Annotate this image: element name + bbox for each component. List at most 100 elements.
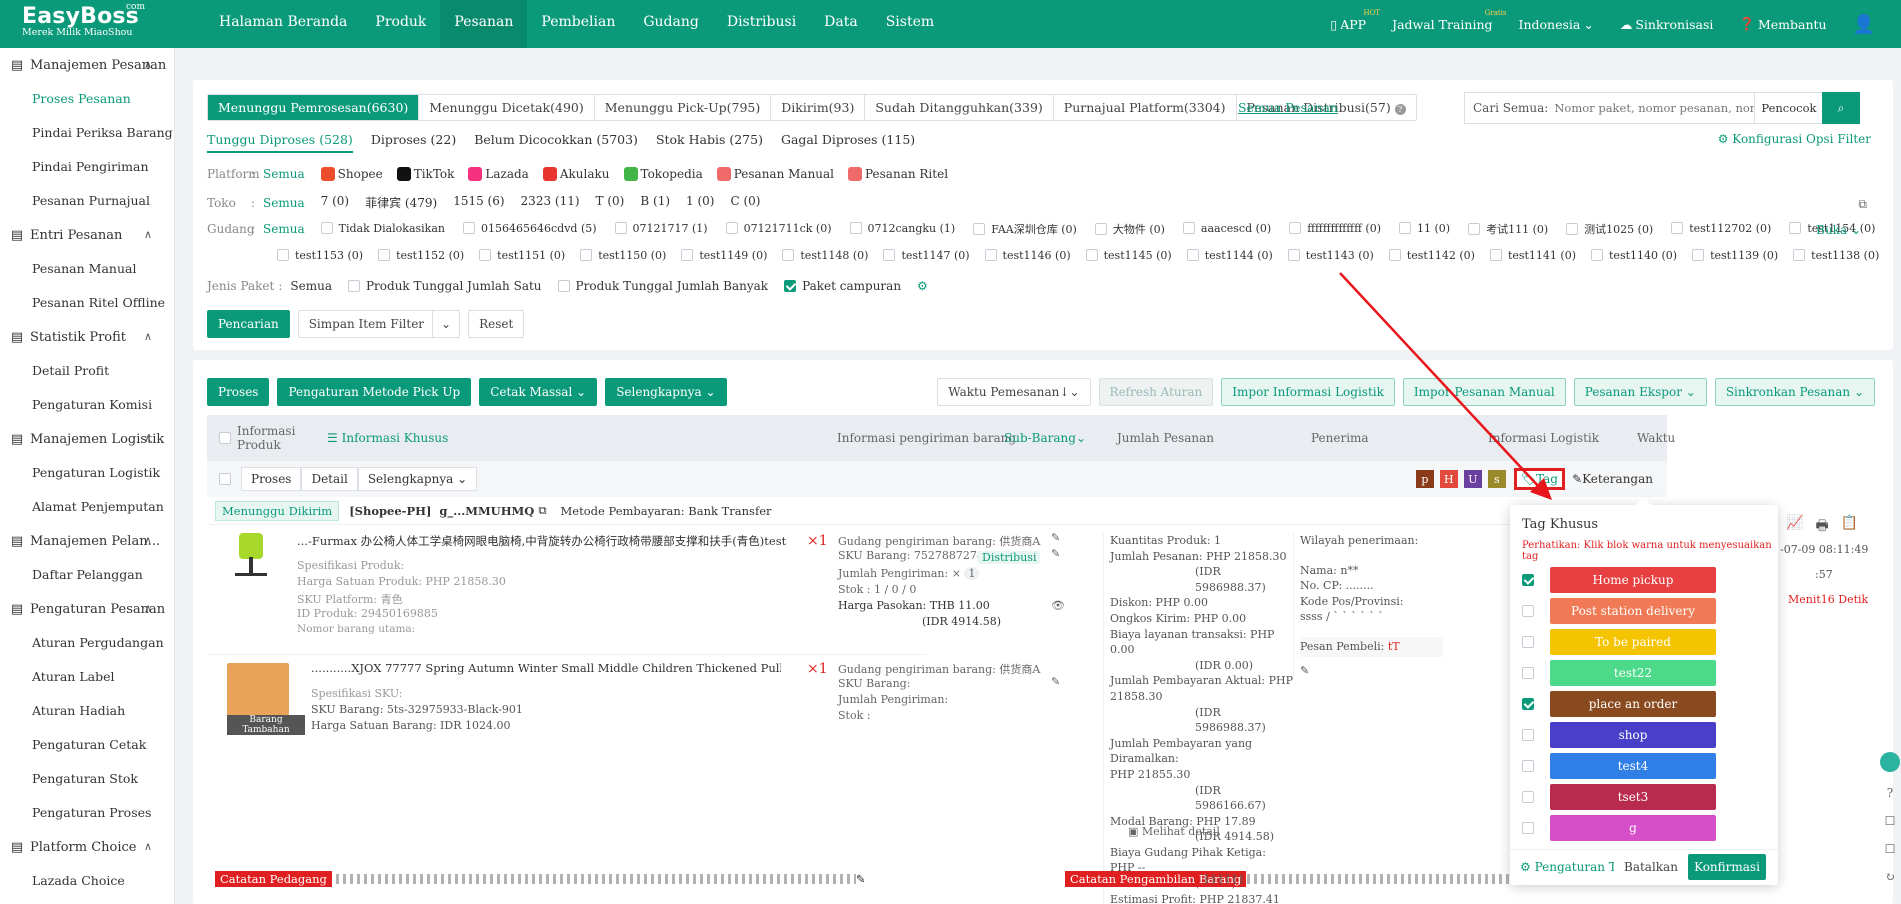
- warehouse-option[interactable]: test1148 (0): [782, 248, 868, 262]
- tag-h-button[interactable]: H: [1439, 470, 1458, 488]
- nav-pembelian[interactable]: Pembelian: [527, 0, 629, 48]
- package-single-one[interactable]: Produk Tunggal Jumlah Satu: [347, 279, 542, 293]
- warehouse-option[interactable]: 0156465646cdvd (5): [463, 221, 597, 237]
- sidebar-item-pergudangan[interactable]: Aturan Pergudangan: [0, 626, 174, 660]
- tag-color-block[interactable]: test22: [1550, 660, 1716, 686]
- checkbox[interactable]: [347, 280, 360, 292]
- checkbox[interactable]: [1522, 729, 1534, 741]
- expand-link[interactable]: Buka ⌄: [1816, 223, 1861, 237]
- warehouse-option[interactable]: 11 (0): [1399, 221, 1450, 237]
- nav-data[interactable]: Data: [810, 0, 872, 48]
- platform-option[interactable]: Pesanan Ritel: [848, 167, 948, 181]
- nav-beranda[interactable]: Halaman Beranda: [205, 0, 361, 48]
- checkbox-checked[interactable]: [1522, 574, 1534, 586]
- sidebar-item-proses[interactable]: Pengaturan Proses: [0, 796, 174, 830]
- warehouse-option[interactable]: test1138 (0): [1793, 248, 1879, 262]
- checkbox[interactable]: [1789, 222, 1802, 234]
- tag-color-block[interactable]: place an order: [1550, 691, 1716, 717]
- filter-config-link[interactable]: ⚙ Konfigurasi Opsi Filter: [1718, 132, 1871, 146]
- checkbox[interactable]: [1522, 822, 1534, 834]
- tag-option[interactable]: To be paired: [1522, 629, 1716, 655]
- tag-button[interactable]: 🏷Tag: [1513, 468, 1565, 490]
- warehouse-option[interactable]: FAA深圳仓库 (0): [973, 221, 1077, 237]
- sidebar-item-detail-profit[interactable]: Detail Profit: [0, 354, 174, 388]
- sidebar-item-pesanan-manual[interactable]: Pesanan Manual: [0, 252, 174, 286]
- tag-p-button[interactable]: p: [1415, 470, 1434, 488]
- sidebar-item-pindai-pengiriman[interactable]: Pindai Pengiriman: [0, 150, 174, 184]
- tag-option[interactable]: test22: [1522, 660, 1716, 686]
- tab-purnajual[interactable]: Purnajual Platform(3304): [1054, 95, 1237, 120]
- eye-icon[interactable]: 👁: [1051, 599, 1065, 612]
- row-process-button[interactable]: Proses: [241, 467, 302, 491]
- edit-icon[interactable]: ✎: [1051, 531, 1060, 544]
- checkbox[interactable]: [1094, 223, 1107, 235]
- warehouse-option[interactable]: test1143 (0): [1287, 248, 1374, 262]
- warehouse-option[interactable]: 07121711ck (0): [725, 221, 832, 237]
- warehouse-option[interactable]: 考试111 (0): [1468, 221, 1548, 237]
- tag-color-block[interactable]: g: [1550, 815, 1716, 841]
- store-option[interactable]: 2323 (11): [521, 194, 580, 211]
- warehouse-option[interactable]: test1153 (0): [277, 248, 363, 262]
- checkbox[interactable]: [1522, 605, 1534, 617]
- app-link[interactable]: ▯ APP HOT: [1330, 9, 1380, 32]
- sidebar-item-hadiah[interactable]: Aturan Hadiah: [0, 694, 174, 728]
- nav-distribusi[interactable]: Distribusi: [713, 0, 810, 48]
- gear-icon[interactable]: ⚙: [917, 279, 928, 293]
- checkbox[interactable]: [681, 249, 694, 261]
- sidebar-section-logistik[interactable]: ▤ Manajemen Logistik ∧: [0, 422, 174, 456]
- checkbox[interactable]: [1182, 222, 1195, 234]
- message-icon[interactable]: ☐: [1885, 842, 1896, 856]
- assistant-avatar-icon[interactable]: [1880, 752, 1900, 772]
- checkbox[interactable]: [1186, 249, 1199, 261]
- note-button[interactable]: ✎Keterangan: [1572, 472, 1653, 486]
- warehouse-option[interactable]: test1142 (0): [1388, 248, 1475, 262]
- warehouse-option[interactable]: 大物件 (0): [1094, 221, 1165, 237]
- package-all[interactable]: Semua: [290, 279, 332, 293]
- user-avatar-icon[interactable]: 👤: [1853, 14, 1875, 35]
- checkbox[interactable]: [973, 223, 986, 235]
- import-logistics-button[interactable]: Impor Informasi Logistik: [1221, 378, 1395, 406]
- checkbox[interactable]: [320, 222, 333, 234]
- all-orders-link[interactable]: Semua Pesanan: [1238, 100, 1338, 115]
- checkbox[interactable]: [1522, 791, 1534, 803]
- tag-option[interactable]: shop: [1522, 722, 1716, 748]
- copy-icon[interactable]: ⧉: [538, 503, 546, 518]
- tag-option[interactable]: Home pickup: [1522, 567, 1716, 593]
- tab-ditangguhkan[interactable]: Sudah Ditangguhkan(339): [865, 95, 1054, 120]
- nav-gudang[interactable]: Gudang: [629, 0, 713, 48]
- warehouse-option[interactable]: test1149 (0): [681, 248, 767, 262]
- tag-color-block[interactable]: tset3: [1550, 784, 1716, 810]
- nav-pesanan[interactable]: Pesanan: [440, 0, 528, 48]
- row-detail-button[interactable]: Detail: [301, 467, 358, 491]
- view-detail-link[interactable]: ▣ Melihat detail: [1128, 825, 1220, 838]
- tag-color-block[interactable]: Home pickup: [1550, 567, 1716, 593]
- tab-menunggu-pickup[interactable]: Menunggu Pick-Up(795): [595, 95, 772, 120]
- store-option[interactable]: T (0): [596, 194, 625, 211]
- sidebar-item-lazada-choice[interactable]: Lazada Choice: [0, 864, 174, 898]
- checkbox[interactable]: [1468, 223, 1481, 235]
- platform-option[interactable]: Akulaku: [542, 167, 610, 181]
- chart-icon[interactable]: 📈: [1786, 515, 1803, 539]
- checkbox[interactable]: [1289, 222, 1302, 234]
- checkbox[interactable]: [1793, 249, 1806, 261]
- reset-button[interactable]: Reset: [468, 310, 525, 338]
- tag-color-block[interactable]: test4: [1550, 753, 1716, 779]
- warehouse-option[interactable]: test1141 (0): [1489, 248, 1576, 262]
- sort-select[interactable]: Waktu Pemesanan ↓ ⌄: [937, 378, 1091, 406]
- edit-icon[interactable]: ✎: [1051, 675, 1060, 688]
- checkbox[interactable]: [1522, 636, 1534, 648]
- tag-s-button[interactable]: s: [1487, 470, 1506, 488]
- checkbox[interactable]: [1566, 223, 1579, 235]
- checkbox[interactable]: [1591, 249, 1604, 261]
- sidebar-section-pesanan[interactable]: ▤ Manajemen Pesanan ∧: [0, 48, 174, 82]
- language-select[interactable]: Indonesia ⌄: [1519, 17, 1594, 32]
- checkbox[interactable]: [849, 222, 862, 234]
- export-button[interactable]: Pesanan Ekspor ⌄: [1573, 378, 1707, 406]
- tag-option[interactable]: place an order: [1522, 691, 1716, 717]
- training-link[interactable]: Jadwal Training Gratis: [1392, 9, 1506, 32]
- checkbox[interactable]: [1522, 667, 1534, 679]
- warehouse-option[interactable]: Tidak Dialokasikan: [320, 221, 445, 237]
- tag-color-block[interactable]: Post station delivery: [1550, 598, 1716, 624]
- checkbox[interactable]: [1671, 222, 1684, 234]
- warehouse-option[interactable]: test1139 (0): [1692, 248, 1778, 262]
